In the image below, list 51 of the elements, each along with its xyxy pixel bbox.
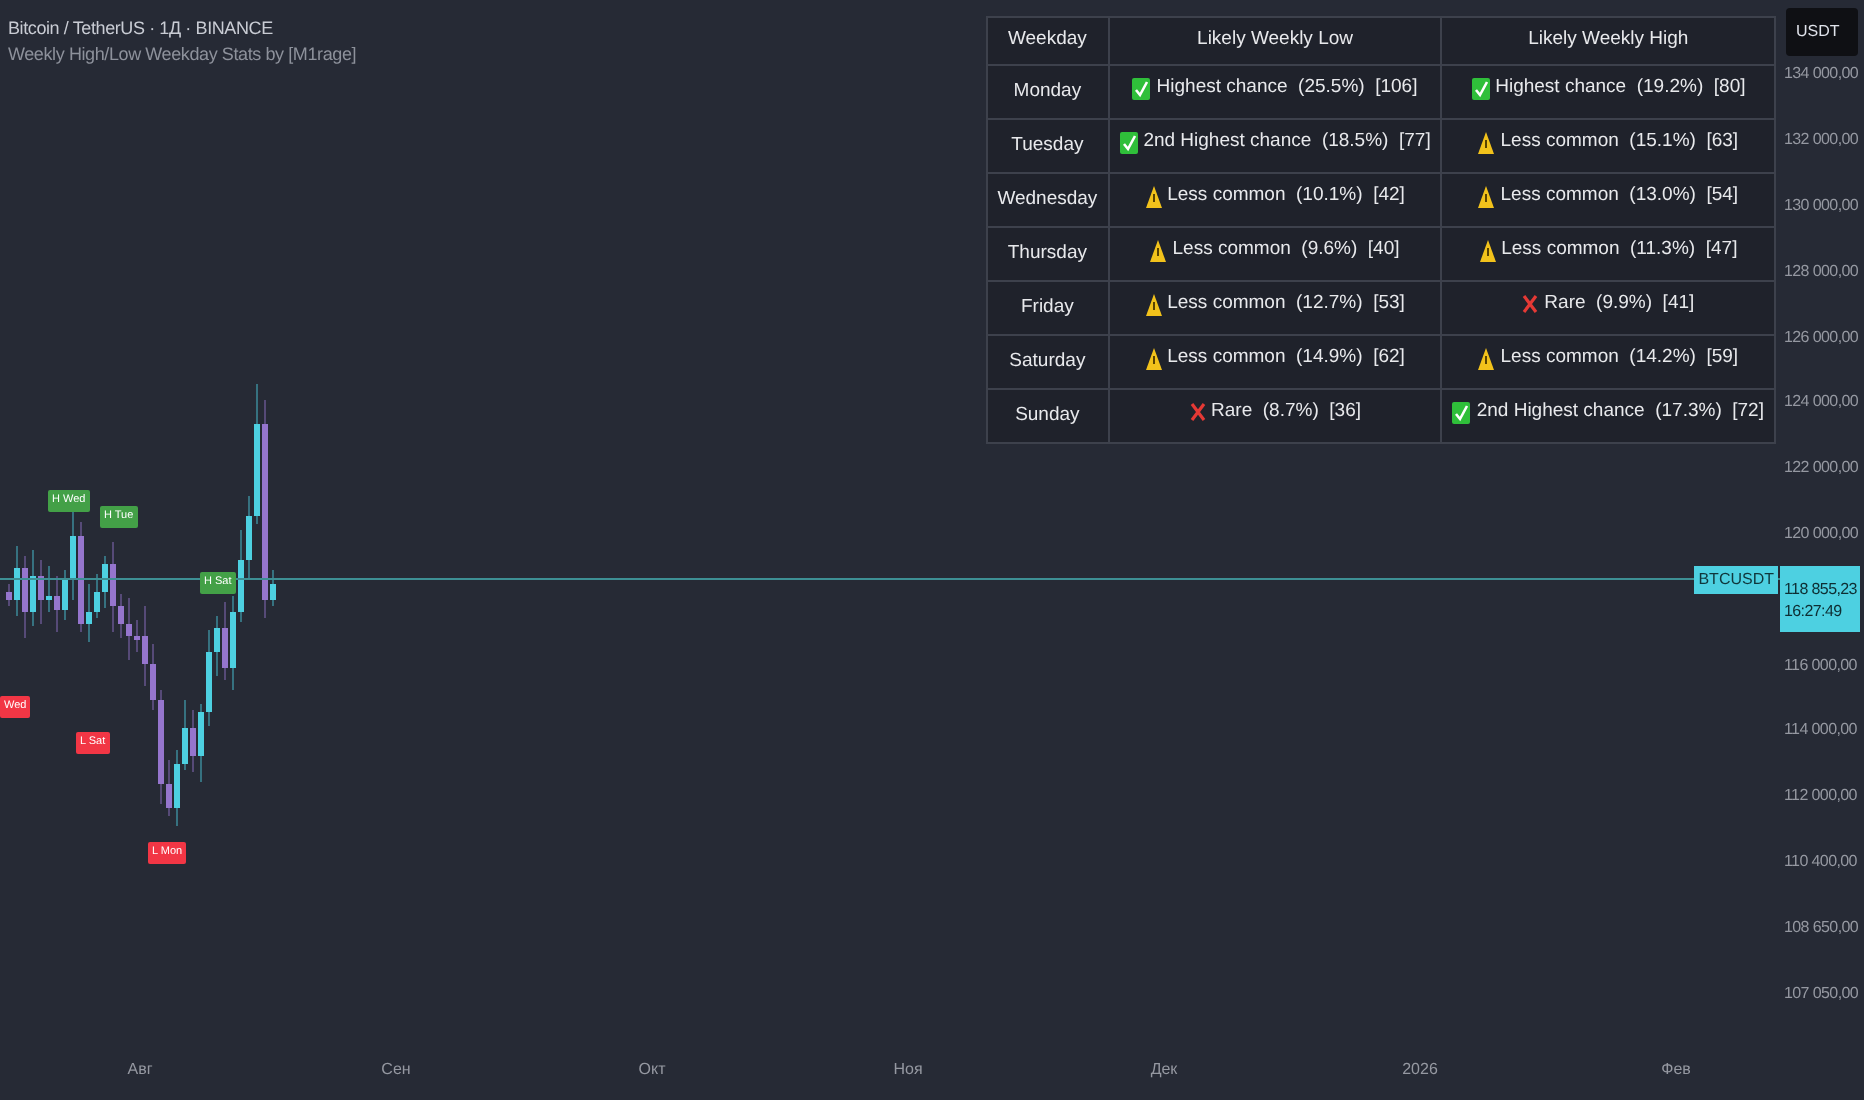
stat-text: Rare (8.7%) [36] [1211, 398, 1361, 427]
weekday-label: Friday [1020, 295, 1074, 318]
price-label: 134 000,00 [1784, 62, 1859, 87]
time-label: Окт [638, 1060, 666, 1078]
weekday-label: Wednesday [997, 187, 1098, 210]
price-label: 107 050,00 [1784, 981, 1859, 1006]
time-label: 2026 [1402, 1060, 1438, 1078]
stat-text: Highest chance (25.5%) [106] [1156, 74, 1418, 103]
stat-text: 2nd Highest chance (18.5%) [77] [1143, 128, 1431, 157]
weekday-label: Saturday [1009, 349, 1086, 372]
weekday-label: Thursday [1007, 241, 1087, 264]
time-label: Сен [381, 1060, 411, 1078]
stat-text: Highest chance (19.2%) [80] [1495, 74, 1746, 103]
stat-text: Rare (9.9%) [41] [1544, 290, 1695, 319]
price-label: 116 000,00 [1784, 653, 1857, 678]
weekday-label: Monday [1013, 79, 1082, 102]
stat-text: Less common (13.0%) [54] [1500, 182, 1739, 211]
weekday-label: Sunday [1015, 403, 1080, 426]
price-label: 112 000,00 [1784, 784, 1857, 809]
chart-title: Bitcoin / TetherUS · 1Д · BINANCE [8, 16, 275, 42]
stat-text: 2nd Highest chance (17.3%) [72] [1476, 398, 1764, 427]
price-label: 114 000,00 [1784, 718, 1857, 743]
column-header: Likely Weekly Low [1197, 28, 1353, 51]
price-label: 108 650,00 [1784, 915, 1859, 940]
stat-text: Less common (14.9%) [62] [1167, 344, 1405, 373]
price-label: 130 000,00 [1784, 193, 1859, 218]
price-label: 126 000,00 [1784, 325, 1859, 350]
column-header: Weekday [1007, 28, 1087, 51]
weekday-label: Tuesday [1011, 133, 1084, 156]
time-label: Авг [127, 1060, 153, 1078]
stat-text: Less common (10.1%) [42] [1167, 182, 1405, 211]
bar-countdown: 16:27:49 [1784, 599, 1844, 622]
stat-text: Less common (15.1%) [63] [1500, 128, 1739, 157]
time-label: Ноя [893, 1060, 923, 1078]
stat-text: Less common (12.7%) [53] [1167, 290, 1405, 319]
price-label: 128 000,00 [1784, 259, 1859, 284]
price-label: 120 000,00 [1784, 521, 1859, 546]
price-label: 132 000,00 [1784, 128, 1859, 153]
symbol-tag: BTCUSDT [1694, 566, 1778, 594]
price-label: 124 000,00 [1784, 390, 1859, 415]
price-label: 122 000,00 [1784, 456, 1859, 481]
time-label: Дек [1150, 1060, 1178, 1078]
last-price: 118 855,23 [1784, 577, 1857, 600]
price-label: 110 400,00 [1784, 849, 1857, 874]
stat-text: Less common (11.3%) [47] [1501, 236, 1738, 265]
stat-text: Less common (9.6%) [40] [1172, 236, 1400, 265]
indicator-title: Weekly High/Low Weekday Stats by [M1rage] [8, 42, 357, 68]
time-label: Фев [1661, 1060, 1691, 1078]
currency-button[interactable]: USDT [1786, 8, 1858, 56]
stat-text: Less common (14.2%) [59] [1500, 344, 1739, 373]
column-header: Likely Weekly High [1528, 28, 1689, 51]
